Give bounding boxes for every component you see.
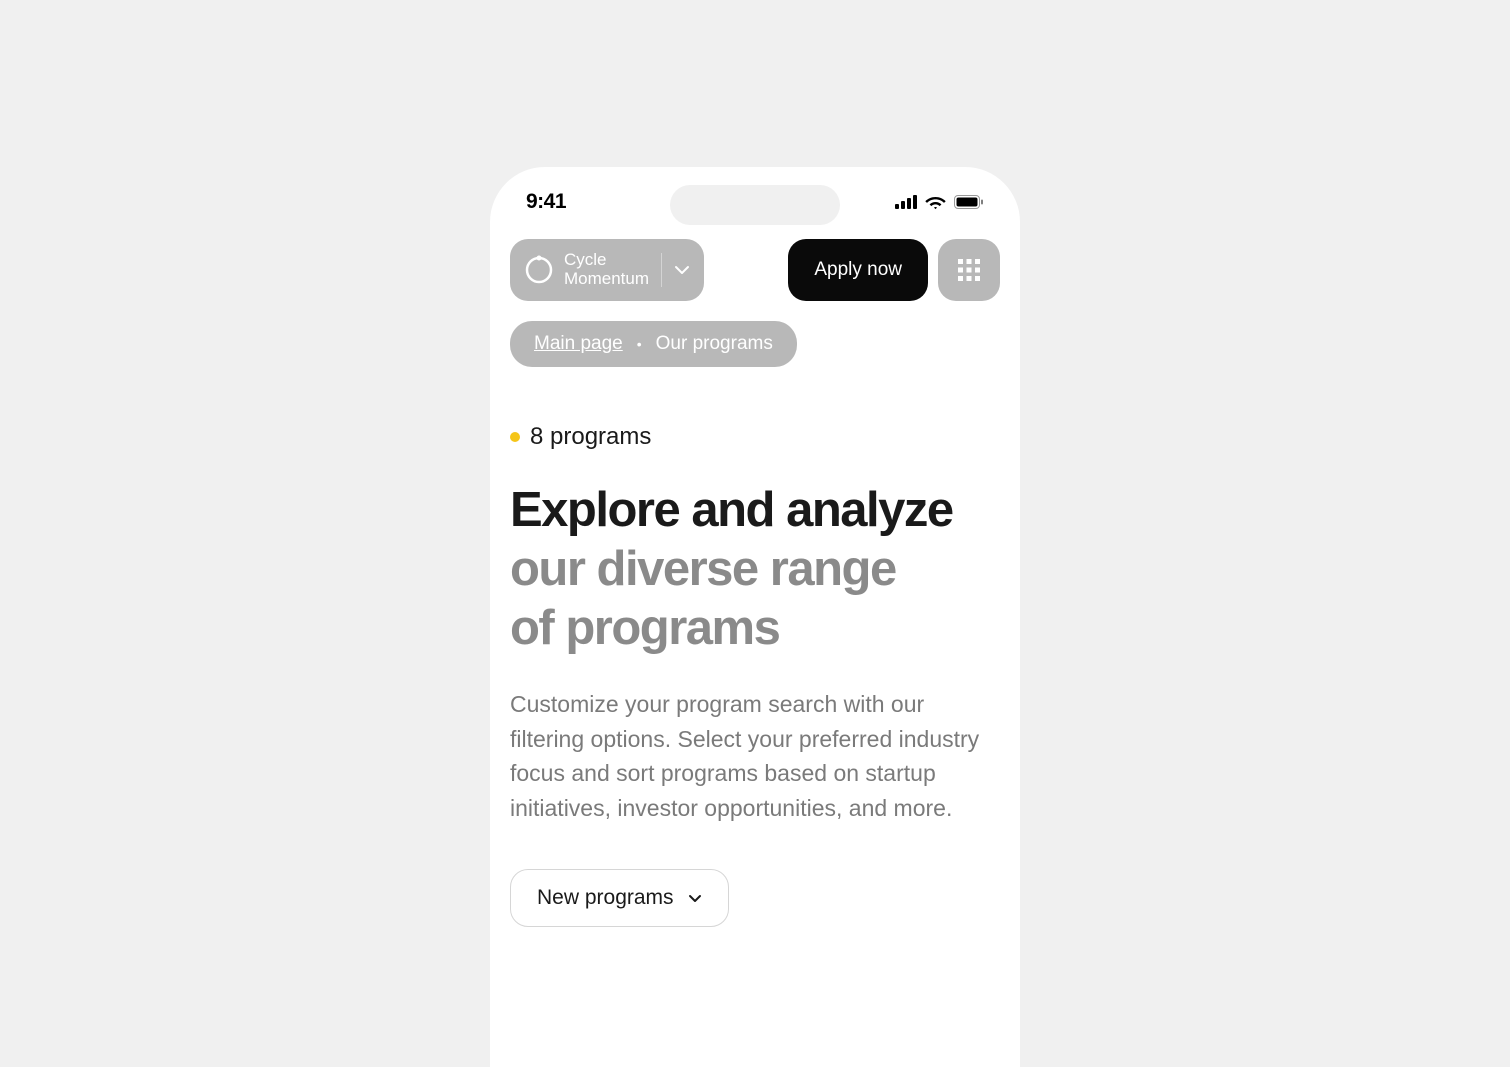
page-description: Customize your program search with our f…	[510, 687, 1000, 825]
grid-icon	[956, 257, 982, 283]
status-time: 9:41	[526, 190, 566, 214]
filter-dropdown[interactable]: New programs	[510, 869, 729, 927]
yellow-dot-icon	[510, 432, 520, 442]
breadcrumb: Main page • Our programs	[510, 321, 797, 367]
breadcrumb-home-link[interactable]: Main page	[534, 333, 623, 355]
program-count: 8 programs	[530, 423, 651, 451]
heading-line1: Explore and analyze	[510, 483, 953, 537]
heading-line2: our diverse range	[510, 542, 896, 596]
device-notch	[670, 185, 840, 225]
heading-line3: of programs	[510, 601, 779, 655]
brand-line2: Momentum	[564, 270, 649, 289]
status-icons	[895, 195, 984, 210]
app-frame: 9:41 Cycle	[80, 52, 1430, 948]
chevron-down-icon	[688, 894, 702, 903]
page-heading: Explore and analyze our diverse range of…	[510, 481, 1000, 657]
program-count-row: 8 programs	[510, 423, 1000, 451]
brand-divider	[661, 253, 662, 287]
menu-grid-button[interactable]	[938, 239, 1000, 301]
breadcrumb-separator: •	[637, 336, 642, 352]
battery-icon	[954, 195, 984, 209]
app-header: Cycle Momentum Apply now	[490, 227, 1020, 313]
cycle-logo-icon	[524, 255, 554, 285]
apply-now-button[interactable]: Apply now	[788, 239, 928, 301]
brand-logo: Cycle Momentum	[524, 251, 649, 288]
brand-line1: Cycle	[564, 251, 649, 270]
wifi-icon	[925, 195, 946, 210]
brand-name: Cycle Momentum	[564, 251, 649, 288]
cellular-signal-icon	[895, 195, 917, 209]
phone-mockup: 9:41 Cycle	[490, 167, 1020, 1067]
brand-dropdown[interactable]: Cycle Momentum	[510, 239, 704, 301]
filter-label: New programs	[537, 886, 674, 910]
main-content: 8 programs Explore and analyze our diver…	[490, 375, 1020, 927]
chevron-down-icon	[674, 265, 690, 275]
breadcrumb-current: Our programs	[656, 333, 773, 355]
